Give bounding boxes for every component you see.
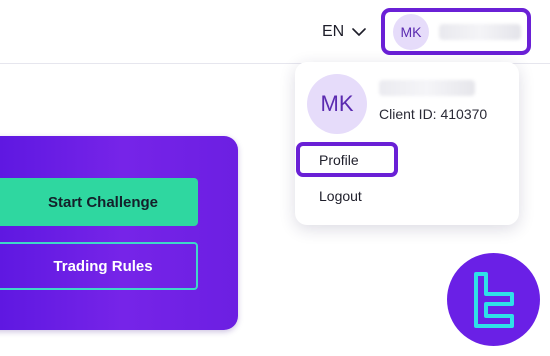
avatar-large: MK [307, 74, 367, 134]
chevron-down-icon [352, 27, 367, 36]
language-label: EN [322, 23, 345, 40]
user-account-button[interactable]: MK [381, 8, 531, 55]
language-selector[interactable]: EN [322, 21, 367, 43]
avatar: MK [393, 13, 429, 50]
brand-mark [473, 271, 514, 328]
menu-item-logout[interactable]: Logout [319, 188, 362, 204]
brand-logo-icon [447, 253, 540, 346]
trading-rules-button[interactable]: Trading Rules [0, 242, 198, 290]
user-dropdown-menu: MK Client ID: 410370 Profile Logout [295, 62, 519, 225]
redacted-username [439, 23, 521, 40]
top-bar: EN MK [0, 0, 550, 64]
menu-item-profile[interactable]: Profile [296, 142, 398, 177]
challenge-promo-card [0, 136, 238, 330]
redacted-full-name [379, 80, 475, 96]
start-challenge-button[interactable]: Start Challenge [0, 178, 198, 226]
client-id: Client ID: 410370 [379, 106, 488, 122]
